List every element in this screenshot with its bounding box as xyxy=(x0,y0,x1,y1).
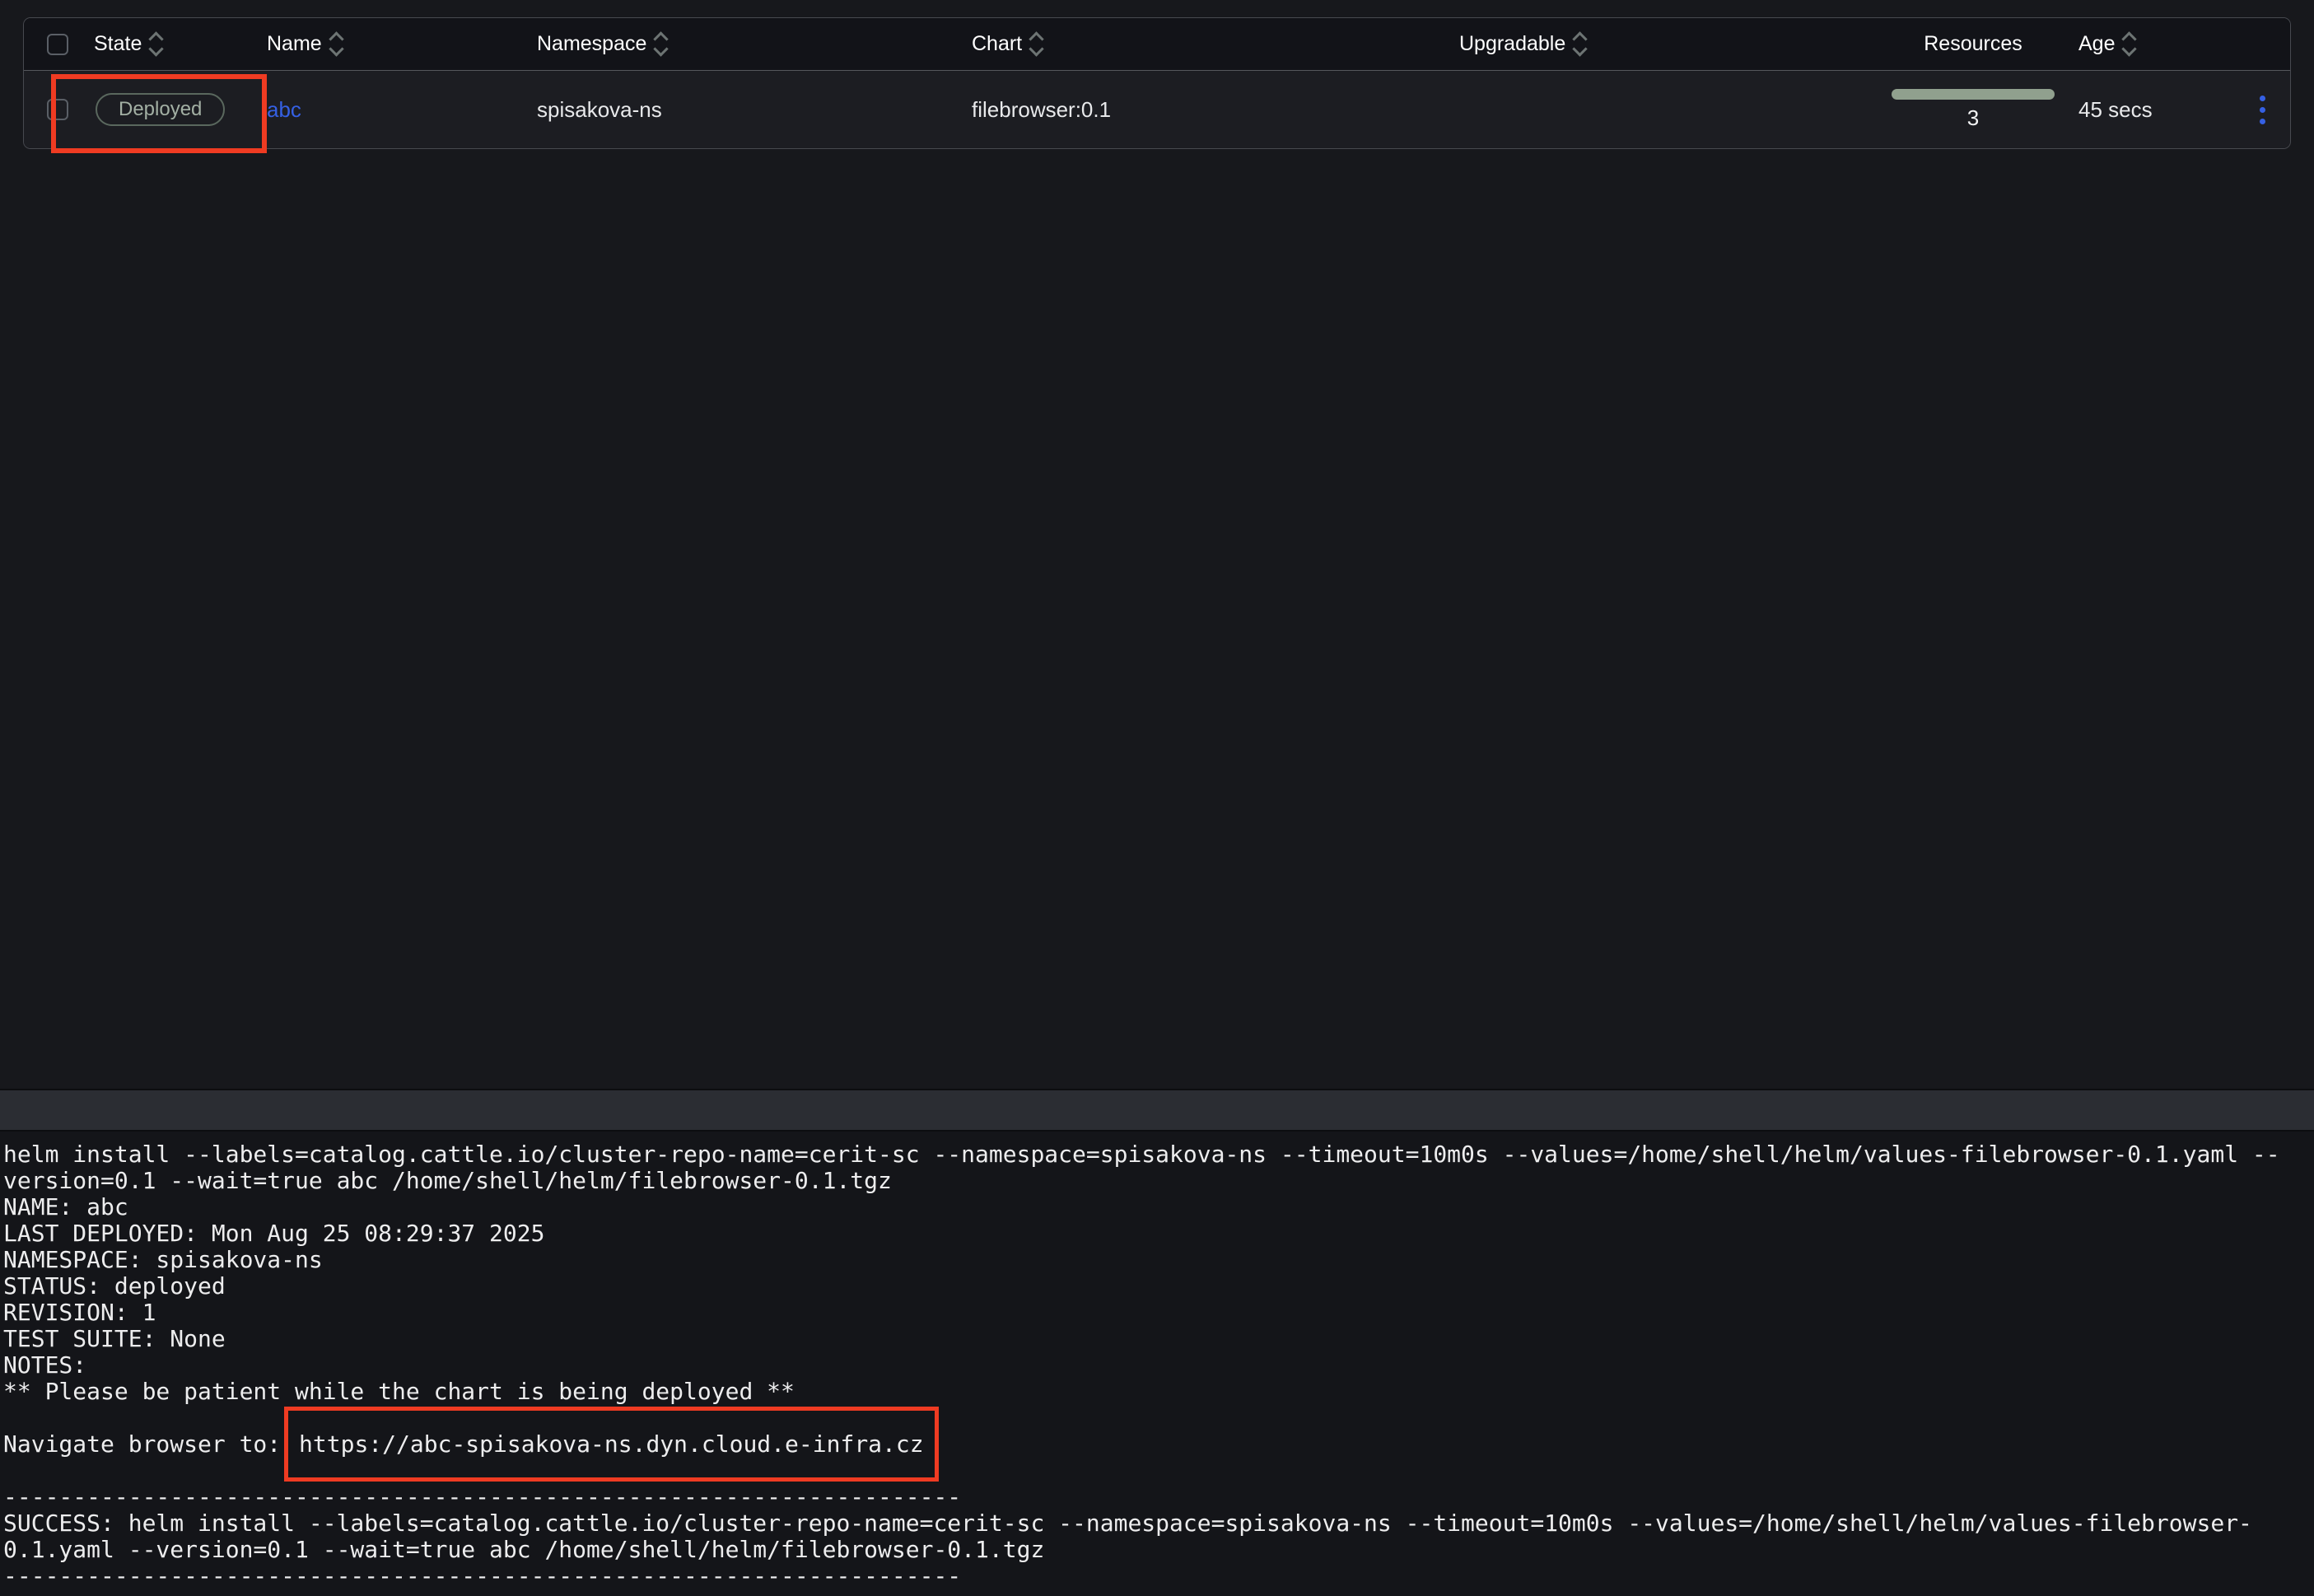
release-name-link[interactable]: abc xyxy=(267,97,301,123)
select-all-checkbox[interactable] xyxy=(47,34,68,55)
panel-resize-handle[interactable] xyxy=(0,1089,2314,1132)
resources-count: 3 xyxy=(1967,105,1979,131)
state-cell: Deployed xyxy=(94,93,267,126)
resources-progress-bar xyxy=(1892,89,2055,100)
column-label-upgradable: Upgradable xyxy=(1459,32,1565,56)
terminal-line: ** Please be patient while the chart is … xyxy=(3,1379,2314,1405)
column-label-resources: Resources xyxy=(1924,32,2022,56)
terminal-line: 0.1.yaml --version=0.1 --wait=true abc /… xyxy=(3,1537,2314,1563)
chart-cell: filebrowser:0.1 xyxy=(972,97,1459,123)
apps-page: State Name Namespace Chart Upgradable Re… xyxy=(0,0,2314,1596)
terminal-line: ----------------------------------------… xyxy=(3,1563,2314,1589)
terminal-navigate-line: Navigate browser to: https://abc-spisako… xyxy=(3,1431,2314,1458)
sort-icon xyxy=(331,34,342,54)
column-header-chart[interactable]: Chart xyxy=(972,32,1459,56)
terminal-line: helm install --labels=catalog.cattle.io/… xyxy=(3,1141,2314,1168)
resources-cell: 3 xyxy=(1878,89,2068,131)
terminal-line: LAST DEPLOYED: Mon Aug 25 08:29:37 2025 xyxy=(3,1220,2314,1247)
terminal-line: version=0.1 --wait=true abc /home/shell/… xyxy=(3,1168,2314,1194)
column-label-name: Name xyxy=(267,32,322,56)
column-header-state[interactable]: State xyxy=(94,32,267,56)
column-header-age[interactable]: Age xyxy=(2068,32,2232,56)
terminal-line: STATUS: deployed xyxy=(3,1273,2314,1300)
row-checkbox[interactable] xyxy=(47,99,68,120)
terminal-line: NOTES: xyxy=(3,1352,2314,1379)
age-cell: 45 secs xyxy=(2068,97,2232,123)
name-cell: abc xyxy=(267,97,537,123)
sort-icon xyxy=(2124,34,2134,54)
deployment-url[interactable]: https://abc-spisakova-ns.dyn.cloud.e-inf… xyxy=(284,1407,939,1482)
header-checkbox-cell xyxy=(24,34,94,55)
table-row: Deployed abc spisakova-ns filebrowser:0.… xyxy=(24,71,2290,148)
terminal-line: NAMESPACE: spisakova-ns xyxy=(3,1247,2314,1273)
sort-icon xyxy=(1031,34,1042,54)
state-badge: Deployed xyxy=(96,93,225,126)
column-header-name[interactable]: Name xyxy=(267,32,537,56)
terminal-line: REVISION: 1 xyxy=(3,1300,2314,1326)
navigate-prefix-text: Navigate browser to: xyxy=(3,1430,295,1458)
column-label-age: Age xyxy=(2078,32,2115,56)
table-header-row: State Name Namespace Chart Upgradable Re… xyxy=(24,18,2290,71)
terminal-line: NAME: abc xyxy=(3,1194,2314,1220)
sort-icon xyxy=(151,34,161,54)
row-checkbox-cell xyxy=(24,99,94,120)
releases-table: State Name Namespace Chart Upgradable Re… xyxy=(23,17,2291,149)
column-header-upgradable[interactable]: Upgradable xyxy=(1459,32,1878,56)
sort-icon xyxy=(655,34,666,54)
actions-cell xyxy=(2232,96,2292,124)
column-header-resources: Resources xyxy=(1878,32,2068,56)
terminal-output: helm install --labels=catalog.cattle.io/… xyxy=(0,1132,2314,1596)
column-label-namespace: Namespace xyxy=(537,32,646,56)
column-header-namespace[interactable]: Namespace xyxy=(537,32,972,56)
terminal-line: TEST SUITE: None xyxy=(3,1326,2314,1352)
column-label-chart: Chart xyxy=(972,32,1022,56)
terminal-line: SUCCESS: helm install --labels=catalog.c… xyxy=(3,1510,2314,1537)
namespace-cell: spisakova-ns xyxy=(537,97,972,123)
terminal-line: ----------------------------------------… xyxy=(3,1484,2314,1510)
column-label-state: State xyxy=(94,32,142,56)
kebab-menu-icon[interactable] xyxy=(2260,96,2265,124)
sort-icon xyxy=(1575,34,1585,54)
